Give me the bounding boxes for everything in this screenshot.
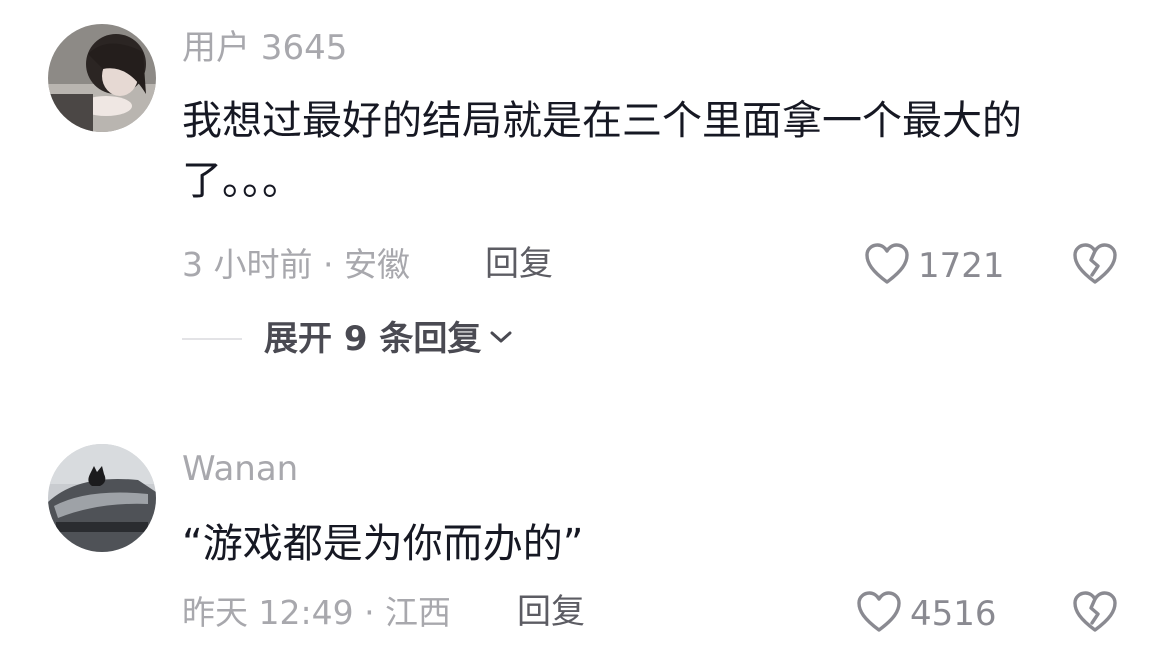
- dislike-button[interactable]: [1072, 590, 1118, 638]
- username[interactable]: Wanan: [182, 452, 298, 486]
- reply-button[interactable]: 回复: [517, 595, 585, 629]
- comment-meta: 昨天 12:49 · 江西: [182, 593, 452, 632]
- avatar[interactable]: [48, 444, 156, 552]
- heart-icon: [856, 590, 902, 638]
- broken-heart-icon: [1072, 591, 1118, 638]
- like-count: 4516: [910, 594, 997, 634]
- comment-text: “游戏都是为你而办的”: [182, 521, 584, 567]
- comment-item: Wanan “游戏都是为你而办的” 昨天 12:49 · 江西 回复 4516: [0, 0, 1170, 664]
- like-button[interactable]: 4516: [856, 590, 997, 638]
